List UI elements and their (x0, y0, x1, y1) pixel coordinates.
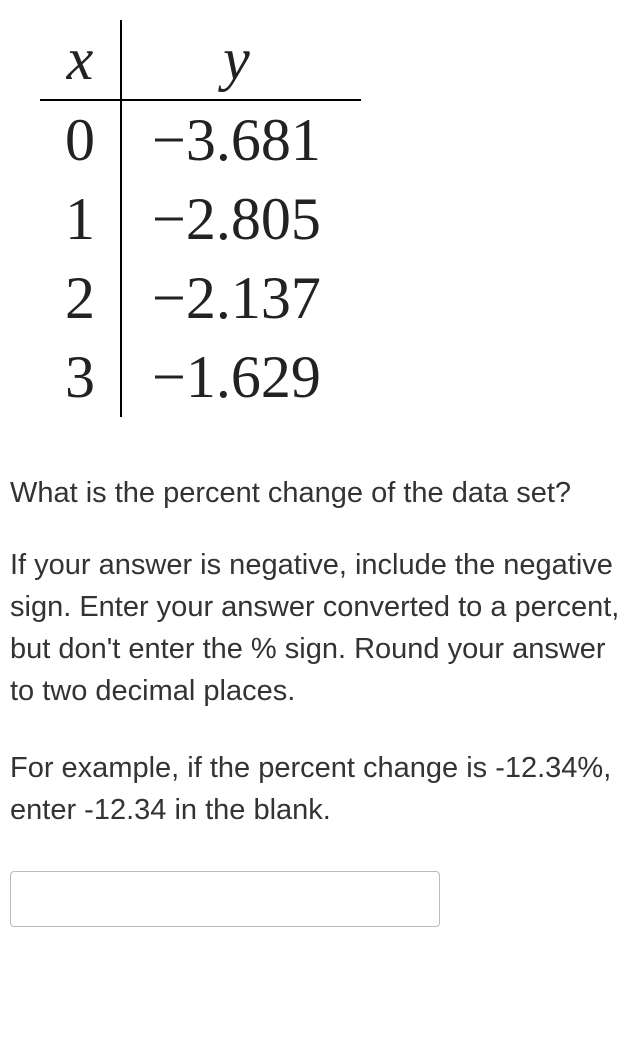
cell-y: −2.137 (121, 259, 361, 338)
table-row: 1 −2.805 (40, 180, 361, 259)
example-text: For example, if the percent change is -1… (10, 747, 629, 831)
data-table: x y 0 −3.681 1 −2.805 2 −2.137 3 −1.629 (40, 20, 361, 417)
cell-x: 3 (40, 338, 121, 417)
cell-y: −3.681 (121, 100, 361, 180)
instruction-text: If your answer is negative, include the … (10, 544, 629, 712)
answer-input[interactable] (10, 871, 440, 927)
header-y: y (121, 20, 361, 100)
cell-y: −1.629 (121, 338, 361, 417)
table-row: 3 −1.629 (40, 338, 361, 417)
question-text: What is the percent change of the data s… (10, 472, 629, 516)
cell-x: 2 (40, 259, 121, 338)
header-x: x (40, 20, 121, 100)
table-header-row: x y (40, 20, 361, 100)
cell-x: 0 (40, 100, 121, 180)
cell-x: 1 (40, 180, 121, 259)
table-row: 0 −3.681 (40, 100, 361, 180)
table-row: 2 −2.137 (40, 259, 361, 338)
cell-y: −2.805 (121, 180, 361, 259)
